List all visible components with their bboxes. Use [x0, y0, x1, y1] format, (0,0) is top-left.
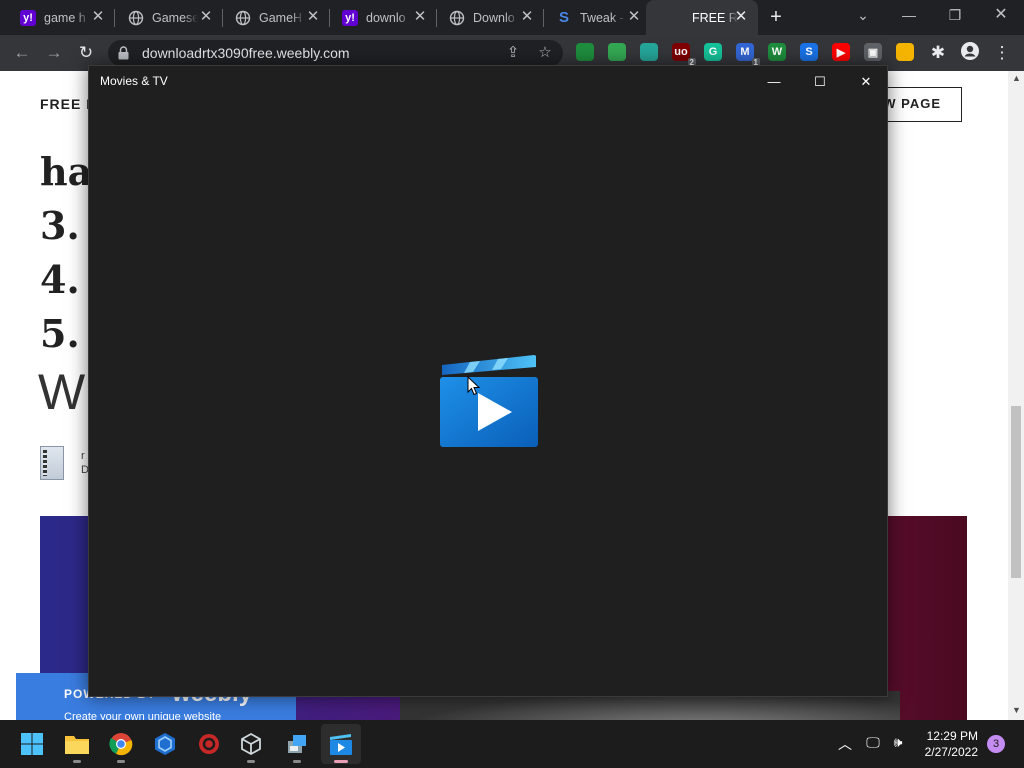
active-browser-tab[interactable]: FREE RT ✕: [646, 0, 758, 35]
heading-line: 3.: [40, 203, 80, 248]
chrome-icon[interactable]: [101, 724, 141, 764]
browser-tab[interactable]: Gamese ✕: [108, 0, 223, 35]
maximize-button[interactable]: ☐: [797, 66, 843, 98]
tab-title: Gamese: [152, 10, 198, 25]
close-window-icon[interactable]: ✕: [978, 0, 1024, 30]
red-app-icon[interactable]: [189, 724, 229, 764]
clock-date: 2/27/2022: [924, 745, 978, 759]
close-button[interactable]: ✕: [843, 66, 889, 98]
browser-tab[interactable]: S Tweak - ✕: [536, 0, 651, 35]
profile-avatar[interactable]: [958, 41, 982, 65]
s-ext-icon[interactable]: S: [800, 43, 818, 61]
bird-ext-icon[interactable]: [640, 43, 658, 61]
cube-app-icon[interactable]: [231, 724, 271, 764]
tab-title: downlo: [366, 10, 406, 25]
close-tab-icon[interactable]: ✕: [734, 9, 748, 24]
tab-title: Tweak -: [580, 10, 624, 25]
movies-tv-icon[interactable]: [321, 724, 361, 764]
globe-icon: [128, 10, 144, 26]
heading-line: ha: [40, 149, 93, 194]
new-tab-button[interactable]: +: [765, 7, 787, 28]
browser-tab[interactable]: GameH ✕: [215, 0, 330, 35]
globe-icon: [235, 10, 251, 26]
close-tab-icon[interactable]: ✕: [413, 9, 427, 24]
browser-tab[interactable]: y! downlo ✕: [322, 0, 437, 35]
mouse-cursor-icon: [467, 376, 481, 396]
heading-line: 5.: [40, 311, 80, 356]
tab-title: Downlo: [473, 10, 515, 25]
lock-icon[interactable]: [118, 46, 129, 60]
tweak-icon: S: [558, 9, 569, 26]
back-icon[interactable]: ←: [10, 41, 34, 65]
w-ext-icon[interactable]: W: [768, 43, 786, 61]
heading-w: W: [38, 364, 86, 420]
share-icon[interactable]: ⇪: [504, 44, 522, 62]
globe-icon: [449, 10, 465, 26]
close-tab-icon[interactable]: ✕: [199, 9, 213, 24]
show-hidden-icons-chevron-icon[interactable]: ︿: [835, 734, 855, 754]
url-text: downloadrtx3090free.weebly.com: [142, 45, 350, 61]
clock-time: 12:29 PM: [926, 729, 978, 743]
scroll-down-icon[interactable]: ▼: [1012, 705, 1021, 715]
notification-badge[interactable]: 3: [987, 735, 1005, 753]
movies-tv-window: Movies & TV — ☐ ✕: [88, 65, 888, 697]
scroll-up-icon[interactable]: ▲: [1012, 73, 1021, 83]
volume-icon[interactable]: 🕪: [888, 734, 908, 751]
movies-tv-splash-icon: [440, 355, 538, 447]
reload-icon[interactable]: ↻: [74, 41, 98, 65]
extensions-puzzle-icon[interactable]: ✱: [926, 41, 950, 65]
ublock-ext-icon[interactable]: uo 2: [672, 43, 696, 67]
tab-title: game h: [44, 10, 86, 25]
restore-icon[interactable]: ❐: [932, 0, 978, 30]
tab-title: FREE RT: [692, 10, 738, 25]
virtualbox-icon[interactable]: [145, 724, 185, 764]
youtube-ext-icon[interactable]: ▶: [832, 43, 850, 61]
scrollbar-thumb[interactable]: [1011, 406, 1021, 578]
page-scrollbar[interactable]: ▲ ▼: [1008, 71, 1024, 720]
system-clock[interactable]: 12:29 PM 2/27/2022: [918, 728, 978, 760]
globe-ext-icon[interactable]: [896, 43, 914, 61]
tab-search-icon[interactable]: ⌄: [840, 0, 886, 30]
close-tab-icon[interactable]: ✕: [627, 9, 641, 24]
file-explorer-icon[interactable]: [57, 724, 97, 764]
color-ext-icon[interactable]: [576, 43, 594, 61]
screenshot-ext-icon[interactable]: ▣: [864, 43, 882, 61]
close-tab-icon[interactable]: ✕: [91, 9, 105, 24]
minimize-button[interactable]: —: [751, 66, 797, 98]
shield-ext-icon[interactable]: [608, 43, 626, 61]
menu-kebab-icon[interactable]: ⋮: [990, 41, 1014, 65]
mail-ext-icon[interactable]: M1: [736, 43, 760, 67]
browser-tab[interactable]: y! game h ✕: [0, 0, 115, 35]
windows-taskbar: ︿ 🖵 🕪 12:29 PM 2/27/2022 3: [0, 720, 1024, 768]
yahoo-icon: y!: [20, 9, 36, 26]
tab-title: GameH: [259, 10, 303, 25]
network-icon[interactable]: 🖵: [863, 734, 883, 751]
browser-tab[interactable]: Downlo ✕: [429, 0, 544, 35]
close-tab-icon[interactable]: ✕: [520, 9, 534, 24]
heading-line: 4.: [40, 257, 80, 302]
start-button[interactable]: [12, 724, 52, 764]
forward-icon[interactable]: →: [42, 41, 66, 65]
grammarly-ext-icon[interactable]: G: [704, 43, 722, 61]
bookmark-star-icon[interactable]: ☆: [536, 44, 554, 62]
installer-icon[interactable]: [277, 724, 317, 764]
window-title: Movies & TV: [100, 74, 168, 88]
tab-strip: y! game h ✕ Gamese ✕ GameH ✕ y! downlo ✕…: [0, 0, 1024, 35]
yahoo-icon: y!: [342, 9, 358, 26]
address-bar[interactable]: downloadrtx3090free.weebly.com ⇪ ☆: [108, 40, 563, 66]
video-file-icon[interactable]: [40, 446, 64, 480]
close-tab-icon[interactable]: ✕: [306, 9, 320, 24]
minimize-icon[interactable]: —: [886, 0, 932, 30]
